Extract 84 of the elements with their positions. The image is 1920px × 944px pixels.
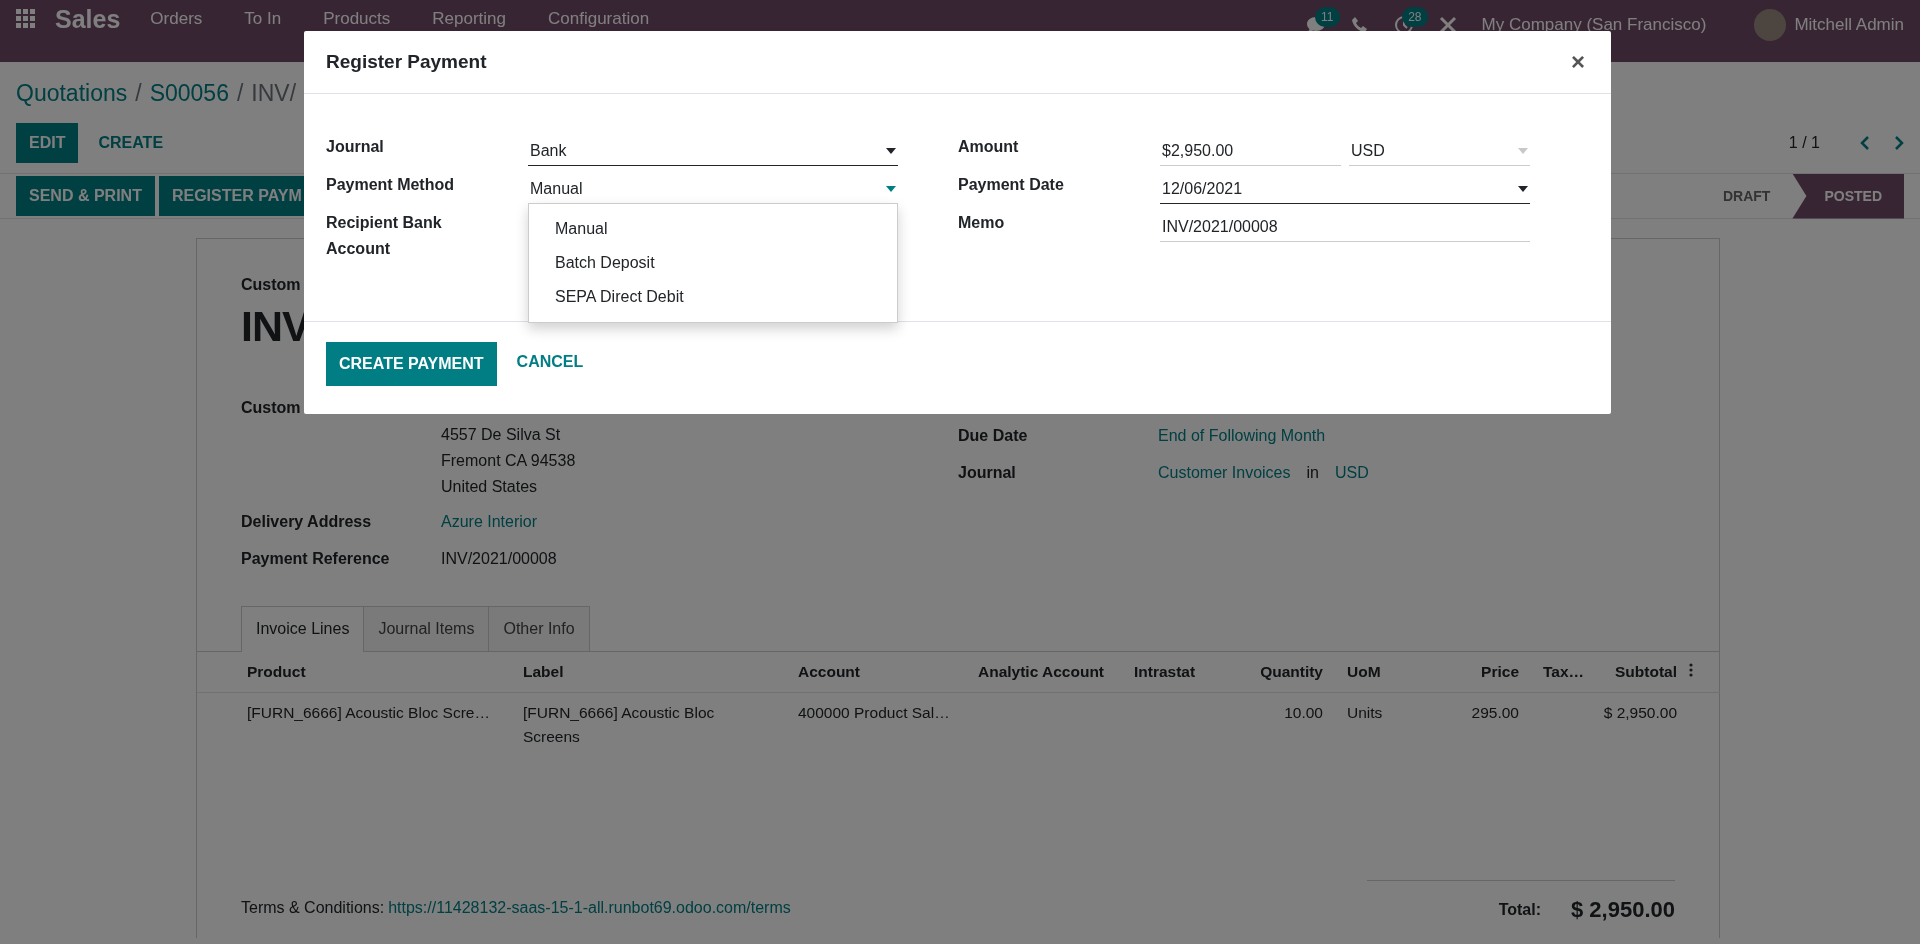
address-line: Fremont CA 94538: [441, 451, 576, 472]
field-link[interactable]: Customer Invoices: [1158, 461, 1291, 499]
input-field[interactable]: $2,950.00: [1160, 134, 1341, 166]
caret-icon: [1518, 185, 1528, 192]
field-label: Payment Reference: [241, 549, 391, 570]
breadcrumb-current: INV/: [251, 80, 297, 106]
field-label: Journal: [958, 463, 1017, 484]
column-header[interactable]: Intrastat: [1122, 652, 1241, 693]
field-link[interactable]: Azure Interior: [441, 510, 538, 548]
column-header[interactable]: Analytic Account: [966, 652, 1122, 693]
column-header[interactable]: Product: [197, 652, 511, 693]
column-header[interactable]: Price: [1421, 652, 1531, 693]
column-header[interactable]: Tax…: [1531, 652, 1591, 693]
dialog-title: Register Payment: [326, 49, 487, 74]
field-text: in: [1306, 463, 1319, 484]
table-cell: 295.00: [1421, 692, 1531, 759]
dropdown-option[interactable]: SEPA Direct Debit: [529, 280, 897, 314]
total-label: Total:: [1498, 899, 1541, 920]
status-step[interactable]: POSTED: [1792, 173, 1904, 219]
table-cell: 10.00: [1241, 692, 1335, 759]
field-label: Payment Method: [326, 175, 455, 195]
breadcrumb-separator: /: [135, 80, 142, 106]
notebook-tab[interactable]: Journal Items: [363, 606, 490, 652]
field-label: Due Date: [958, 426, 1029, 447]
column-header[interactable]: Quantity: [1241, 652, 1335, 693]
table-cell: [FURN_6666] Acoustic Bloc Scre…: [197, 692, 511, 759]
breadcrumb-link[interactable]: Quotations: [16, 80, 128, 106]
kebab-menu-icon[interactable]: [1689, 663, 1693, 678]
table-cell: 400000 Product Sal…: [786, 692, 966, 759]
cancel-button[interactable]: CANCEL: [496, 342, 604, 383]
app-name[interactable]: Sales: [55, 6, 121, 34]
status-step[interactable]: DRAFT: [1701, 185, 1793, 207]
column-header[interactable]: Account: [786, 652, 966, 693]
total-amount: $ 2,950.00: [1571, 896, 1675, 925]
select-field[interactable]: Bank: [528, 134, 898, 166]
dropdown-option[interactable]: Batch Deposit: [529, 246, 897, 280]
close-button[interactable]: ×: [1567, 44, 1589, 80]
field-link[interactable]: End of Following Month: [1158, 424, 1326, 462]
caret-icon: [886, 185, 896, 192]
terms-label: Terms & Conditions:: [241, 899, 385, 917]
address-line: United States: [441, 477, 539, 498]
create-button[interactable]: CREATE: [78, 122, 184, 163]
terms-link[interactable]: https://11428132-saas-15-1-all.runbot69.odoo.com/terms: [388, 899, 791, 917]
field-label: Custom: [241, 398, 302, 419]
column-header[interactable]: UoM: [1335, 652, 1421, 693]
field-label: Memo: [958, 213, 1006, 233]
menu-item[interactable]: Products: [323, 9, 391, 29]
pager-value: 1 / 1: [1788, 132, 1820, 153]
field-value: INV/2021/00008: [441, 549, 557, 570]
address-line: 4557 De Silva St: [441, 425, 562, 446]
input-field[interactable]: INV/2021/00008: [1160, 210, 1530, 242]
chevron-right-icon[interactable]: [1894, 134, 1904, 151]
chevron-left-icon[interactable]: [1860, 134, 1870, 151]
dropdown-option[interactable]: Manual: [529, 212, 897, 246]
field-label: Payment Date: [958, 175, 1065, 195]
field-link[interactable]: USD: [1334, 461, 1369, 499]
create-payment-button[interactable]: CREATE PAYMENT: [326, 342, 497, 387]
notebook-tab[interactable]: Other Info: [488, 606, 590, 652]
menu-item[interactable]: Configuration: [548, 9, 650, 29]
counter-badge: 11: [1315, 7, 1340, 27]
apps-menu-icon[interactable]: [16, 9, 35, 28]
counter-badge: 28: [1402, 7, 1428, 27]
menu-item[interactable]: To In: [244, 9, 282, 29]
menu-item[interactable]: Reporting: [432, 9, 506, 29]
field-label: Journal: [326, 137, 385, 157]
menu-item[interactable]: Orders: [150, 9, 203, 29]
field-label: Recipient Bank Account: [326, 213, 443, 259]
document-type-label: Custom: [241, 275, 301, 295]
column-header[interactable]: Label: [511, 652, 786, 693]
field-label: Amount: [958, 137, 1020, 157]
action-button[interactable]: SEND & PRINT: [16, 176, 155, 216]
caret-icon: [886, 147, 896, 154]
select-field[interactable]: USD: [1349, 134, 1530, 166]
table-cell: $ 2,950.00: [1591, 692, 1689, 759]
select-field[interactable]: 12/06/2021: [1160, 172, 1530, 204]
field-label: Delivery Address: [241, 512, 373, 533]
notebook-tab[interactable]: Invoice Lines: [241, 606, 365, 653]
table-cell: [FURN_6666] Acoustic Bloc Screens: [511, 692, 786, 759]
breadcrumb-link[interactable]: S00056: [149, 80, 229, 106]
column-header[interactable]: Subtotal: [1591, 652, 1689, 693]
edit-button[interactable]: EDIT: [16, 122, 79, 163]
user-menu[interactable]: Mitchell Admin: [1794, 15, 1904, 35]
breadcrumb-separator: /: [236, 80, 244, 106]
table-cell: Units: [1335, 692, 1421, 759]
